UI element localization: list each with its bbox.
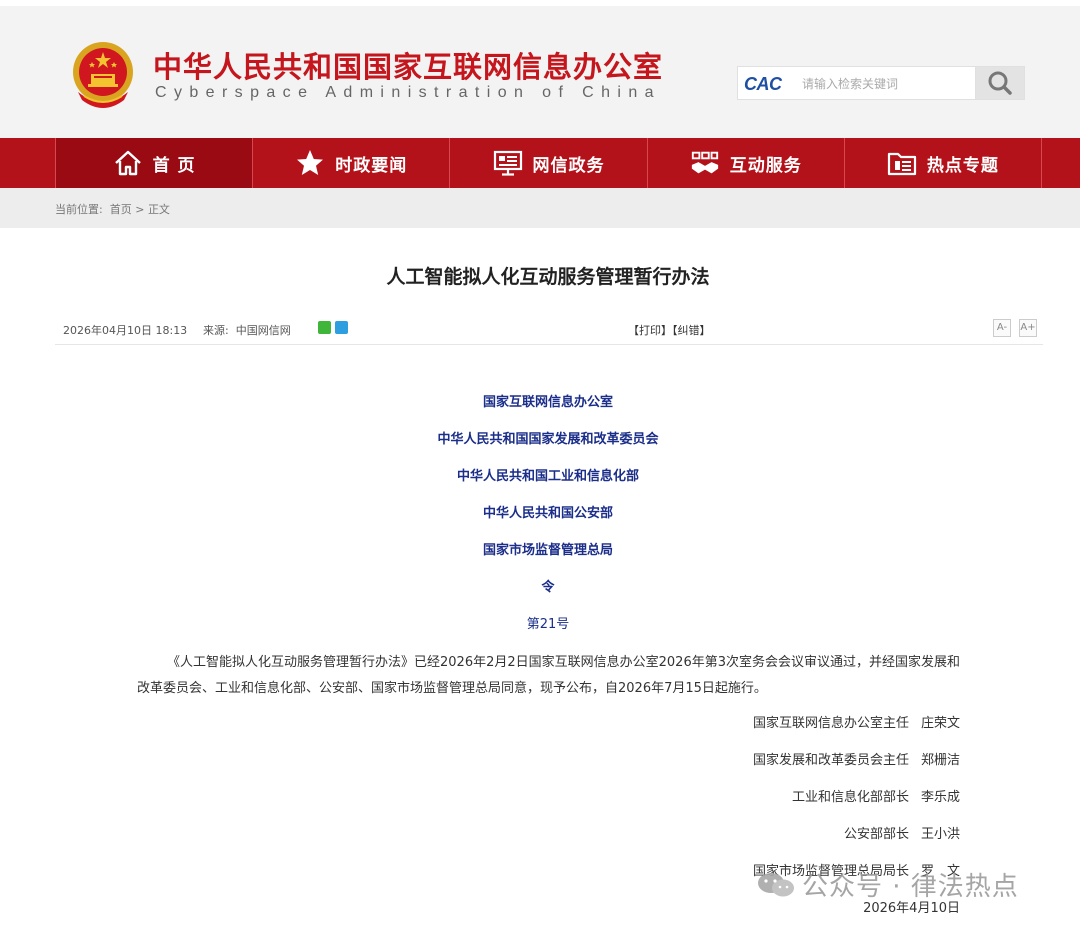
article-source: 来源: 中国网信网	[203, 322, 291, 338]
wechat-share-icon[interactable]	[318, 321, 331, 334]
breadcrumb-bar: 当前位置: 首页 > 正文	[0, 188, 1080, 228]
order-number: 第21号	[526, 617, 570, 632]
correction-link[interactable]: 【纠错】	[672, 324, 711, 337]
breadcrumb-prefix: 当前位置:	[55, 203, 103, 216]
signature-line: 国家互联网信息办公室主任 庄荣文	[753, 712, 960, 731]
search-icon	[988, 71, 1012, 95]
nav-item-label: 时政要闻	[335, 155, 408, 176]
signature-title: 公安部部长	[843, 827, 909, 842]
search-button[interactable]	[975, 66, 1025, 100]
site-subtitle: Cyberspace Administration of China	[155, 84, 661, 101]
cac-logo: CAC	[744, 74, 782, 94]
breadcrumb-separator: >	[135, 203, 145, 216]
issuer-line: 中华人民共和国国家发展和改革委员会	[437, 432, 659, 447]
nav-item-topics[interactable]: 热点专题	[843, 138, 1043, 188]
signature-title: 国家发展和改革委员会主任	[752, 753, 909, 768]
nav-item-affairs[interactable]: 网信政务	[449, 138, 646, 188]
nav-item-label: 首 页	[152, 155, 196, 176]
nav-item-news[interactable]: 时政要闻	[252, 138, 449, 188]
search-box: CAC	[737, 66, 1025, 100]
article-title: 人工智能拟人化互动服务管理暂行办法	[386, 266, 710, 288]
print-link[interactable]: 【打印】	[628, 324, 672, 337]
issuer-line: 中华人民共和国工业和信息化部	[456, 469, 639, 484]
folder-icon	[887, 148, 917, 178]
search-input[interactable]	[800, 71, 978, 97]
signature-name: 庄荣文	[920, 716, 960, 731]
article-tools: 【打印】【纠错】	[628, 322, 711, 338]
breadcrumb-home-link[interactable]: 首页	[110, 203, 132, 216]
breadcrumb-current: 正文	[147, 203, 170, 216]
signature-title: 工业和信息化部部长	[791, 790, 909, 805]
signature-name: 李乐成	[920, 790, 960, 805]
site-header: 中华人民共和国国家互联网信息办公室 Cyberspace Administrat…	[0, 6, 1080, 138]
issuer-line: 中华人民共和国公安部	[482, 506, 613, 521]
wechat-watermark: 公众号 · 律法热点	[756, 866, 1019, 903]
main-nav: 首 页 时政要闻 网信政务 互动服务 热点专题	[0, 138, 1080, 188]
nav-item-interaction[interactable]: 互动服务	[646, 138, 844, 188]
watermark-text: 公众号 · 律法热点	[802, 872, 1019, 902]
article-meta: 2026年04月10日 18:13 来源: 中国网信网 【打印】【纠错】 A- …	[55, 316, 1043, 345]
site-title[interactable]: 中华人民共和国国家互联网信息办公室	[153, 44, 663, 86]
monitor-icon	[493, 148, 523, 178]
article-paragraph: 《人工智能拟人化互动服务管理暂行办法》已经2026年2月2日国家互联网信息办公室…	[137, 655, 960, 696]
issuer-line: 国家市场监督管理总局	[482, 543, 613, 558]
order-word: 令	[541, 580, 555, 595]
source-name: 中国网信网	[235, 324, 291, 337]
signature-title: 国家互联网信息办公室主任	[752, 716, 909, 731]
nav-item-label: 互动服务	[729, 155, 802, 176]
qzone-share-icon[interactable]	[335, 321, 348, 334]
signature-name: 王小洪	[920, 827, 960, 842]
handshake-icon	[690, 148, 720, 178]
issuer-line: 国家互联网信息办公室	[482, 395, 613, 410]
font-increase-button[interactable]: A+	[1019, 319, 1037, 337]
nav-item-label: 热点专题	[926, 155, 999, 176]
signature-line: 国家发展和改革委员会主任 郑栅洁	[753, 749, 960, 768]
national-emblem-icon[interactable]	[70, 40, 136, 110]
font-decrease-button[interactable]: A-	[993, 319, 1011, 337]
signature-line: 工业和信息化部部长 李乐成	[792, 786, 960, 805]
star-icon	[295, 148, 325, 178]
signature-line: 公安部部长 王小洪	[844, 823, 960, 842]
nav-item-home[interactable]: 首 页	[55, 138, 253, 188]
source-label: 来源:	[203, 324, 229, 337]
publish-date: 2026年04月10日 18:13	[63, 324, 188, 337]
home-icon	[113, 148, 143, 178]
nav-item-label: 网信政务	[532, 155, 605, 176]
breadcrumb: 当前位置: 首页 > 正文	[55, 201, 170, 217]
share-buttons	[318, 321, 348, 334]
signature-name: 郑栅洁	[920, 753, 960, 768]
wechat-icon	[758, 872, 794, 896]
